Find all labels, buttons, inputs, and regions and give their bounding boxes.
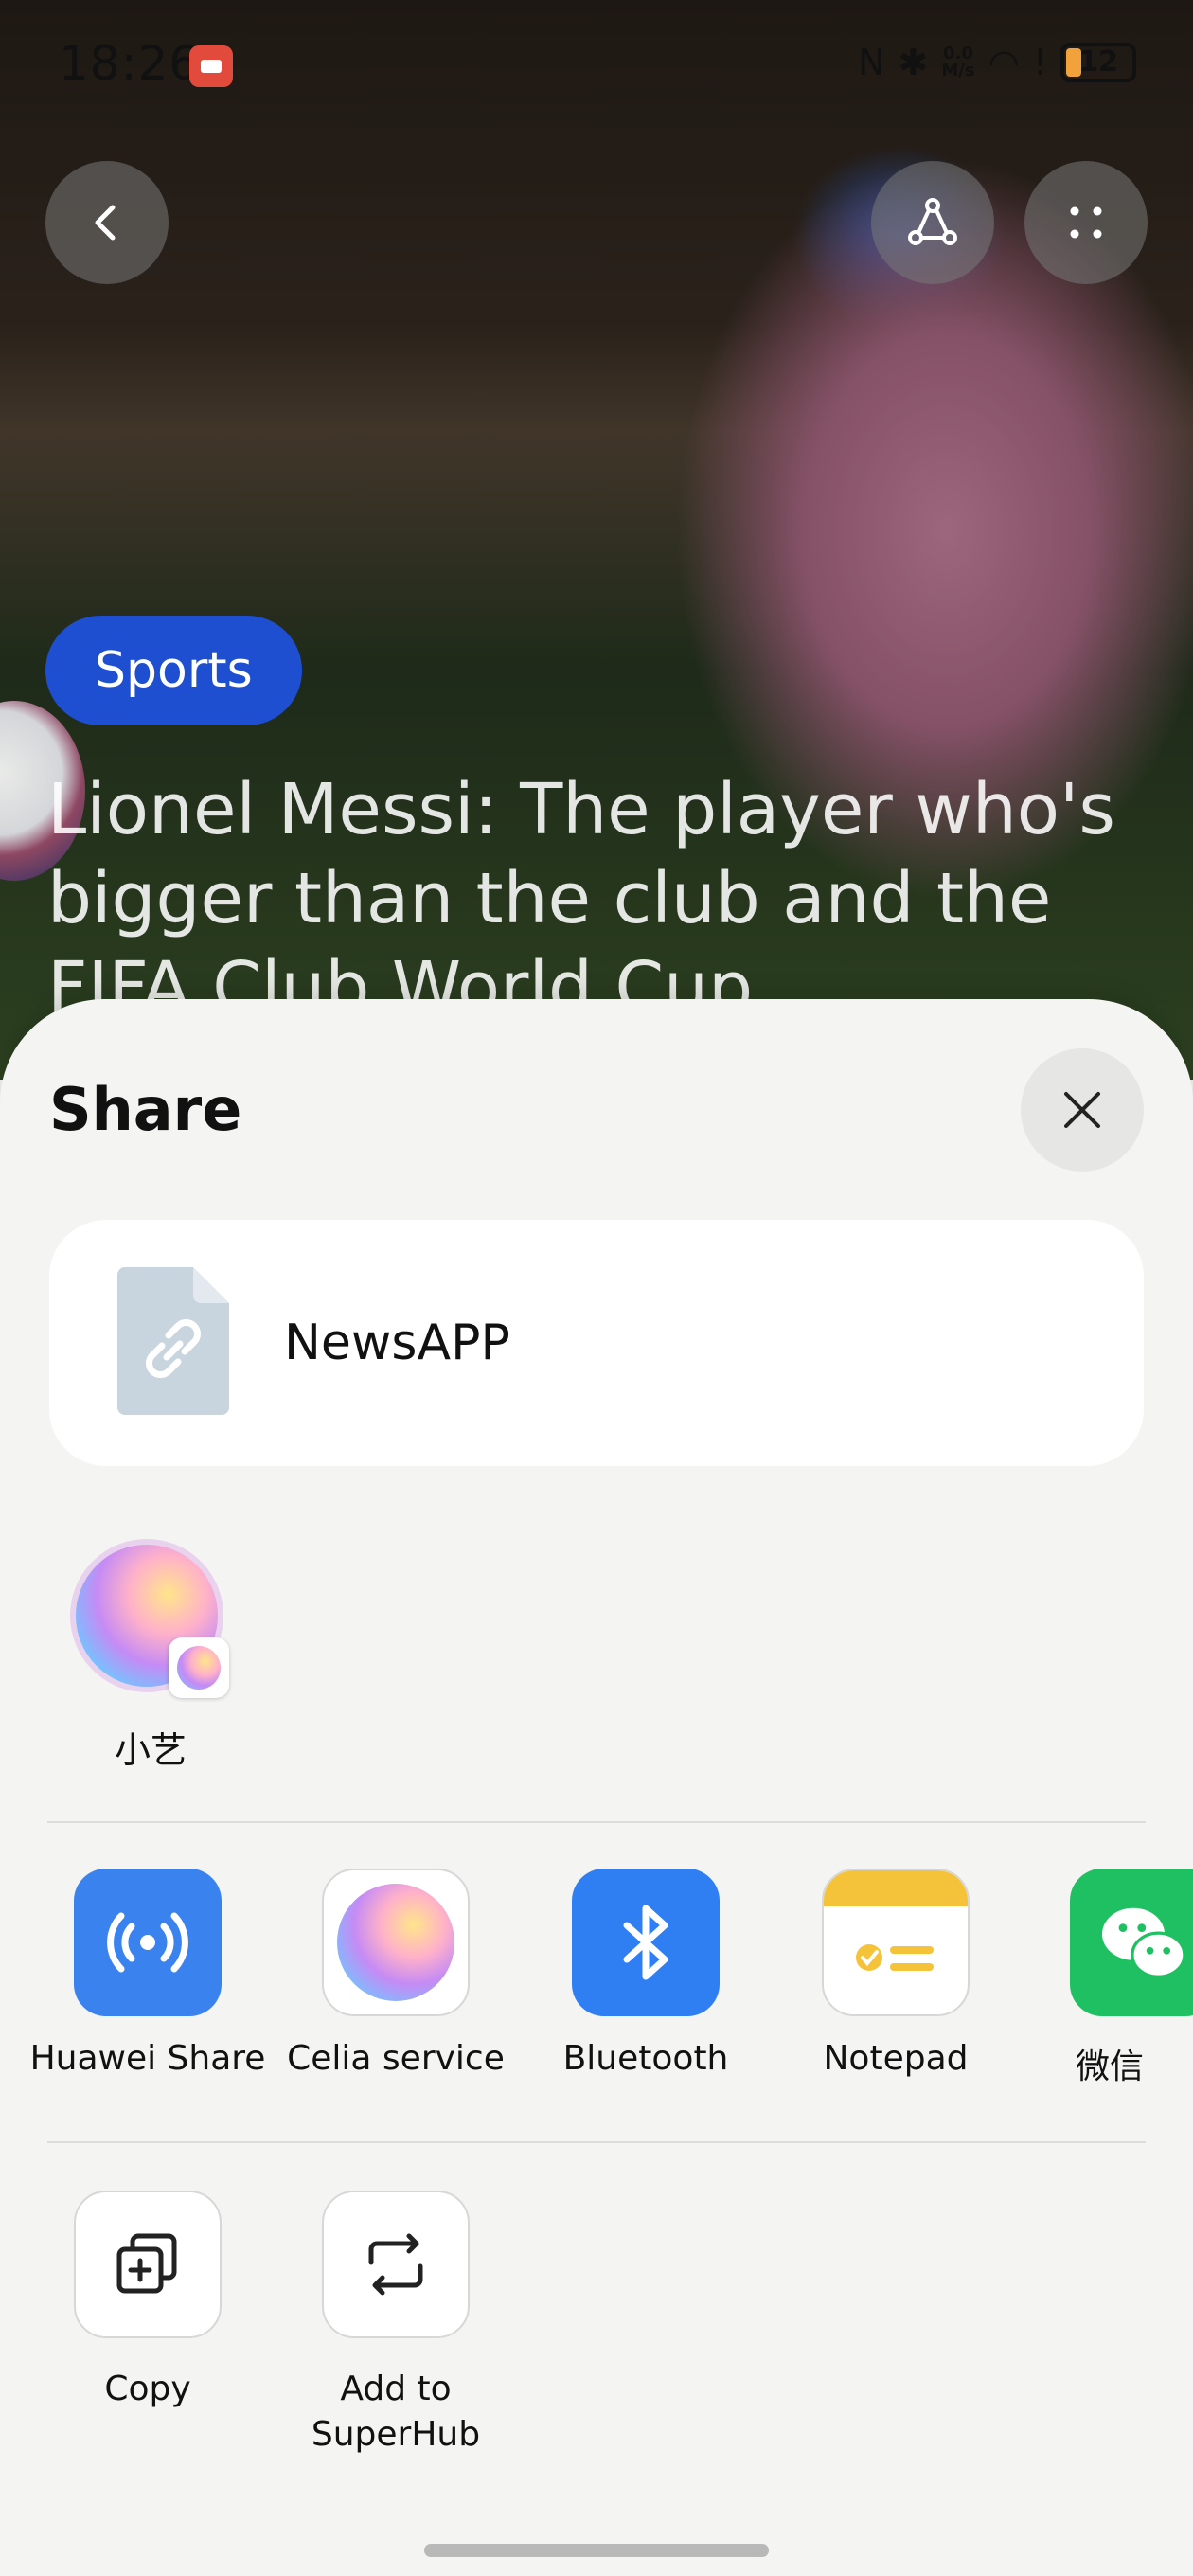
copy-button[interactable]: Copy <box>23 2191 273 2412</box>
more-dots-icon <box>1070 206 1102 239</box>
chevron-left-icon <box>95 205 116 241</box>
share-nodes-icon <box>908 198 957 245</box>
category-chip[interactable]: Sports <box>45 616 302 725</box>
alert-icon: ! <box>1032 42 1047 83</box>
home-indicator[interactable] <box>424 2544 769 2557</box>
app-notepad[interactable]: Notepad <box>771 1869 1021 2078</box>
shared-file-card: NewsAPP <box>49 1220 1144 1466</box>
celia-icon <box>322 1869 470 2016</box>
add-to-superhub-button[interactable]: Add to SuperHub <box>271 2191 521 2458</box>
contact-label: 小艺 <box>114 1729 187 1771</box>
share-sheet-title: Share <box>49 1075 242 1144</box>
network-speed: 0.0 M/s <box>941 45 974 80</box>
status-time: 18:26 <box>59 36 201 91</box>
divider <box>47 2141 1146 2143</box>
article-headline: Lionel Messi: The player who's bigger th… <box>47 769 1115 1029</box>
battery-level: 12 <box>1078 45 1118 79</box>
app-label: Notepad <box>823 2039 969 2078</box>
shared-file-name: NewsAPP <box>284 1315 510 1371</box>
superhub-icon <box>322 2191 470 2338</box>
app-celia-service[interactable]: Celia service <box>271 1869 521 2078</box>
share-actions-row: Copy Add to SuperHub <box>0 2191 1193 2494</box>
app-bluetooth[interactable]: Bluetooth <box>521 1869 771 2078</box>
screen-record-icon <box>189 45 233 87</box>
share-sheet: Share NewsAPP 小艺 Huawei Share Celia serv… <box>0 999 1193 2576</box>
bluetooth-icon <box>572 1869 720 2016</box>
action-label: Copy <box>104 2370 191 2408</box>
notepad-icon <box>822 1869 970 2016</box>
article-hero: 18:26 N ✱ 0.0 M/s ◠ ! 12 Sports Lionel M… <box>0 0 1193 1080</box>
divider <box>47 1821 1146 1823</box>
wechat-icon <box>1070 1869 1193 2016</box>
close-button[interactable] <box>1021 1048 1144 1172</box>
share-button[interactable] <box>871 161 994 284</box>
more-button[interactable] <box>1024 161 1148 284</box>
app-wechat[interactable]: 微信 <box>1019 1869 1193 2088</box>
wifi-icon: ◠ <box>988 42 1020 83</box>
app-label: Huawei Share <box>29 2039 266 2078</box>
link-file-icon <box>117 1267 229 1415</box>
share-apps-row: Huawei Share Celia service Bluetooth Not… <box>0 1869 1193 2115</box>
contact-xiaoyi[interactable]: 小艺 <box>70 1539 231 1773</box>
celia-avatar-icon <box>70 1539 229 1698</box>
nfc-icon: N <box>858 42 885 83</box>
app-label: Celia service <box>287 2039 505 2078</box>
app-label: Bluetooth <box>562 2039 729 2078</box>
network-speed-unit: M/s <box>941 61 975 80</box>
status-icons: N ✱ 0.0 M/s ◠ ! 12 <box>858 42 1136 83</box>
back-button[interactable] <box>45 161 169 284</box>
app-huawei-share[interactable]: Huawei Share <box>23 1869 273 2078</box>
app-label: 微信 <box>1076 2048 1145 2086</box>
close-icon <box>1064 1092 1100 1128</box>
celia-badge-icon <box>169 1637 229 1698</box>
huawei-share-icon <box>74 1869 222 2016</box>
action-label: Add to SuperHub <box>311 2370 481 2454</box>
copy-icon <box>74 2191 222 2338</box>
bluetooth-status-icon: ✱ <box>898 42 929 83</box>
battery-icon: 12 <box>1060 43 1136 82</box>
status-bar: 18:26 N ✱ 0.0 M/s ◠ ! 12 <box>0 0 1193 133</box>
